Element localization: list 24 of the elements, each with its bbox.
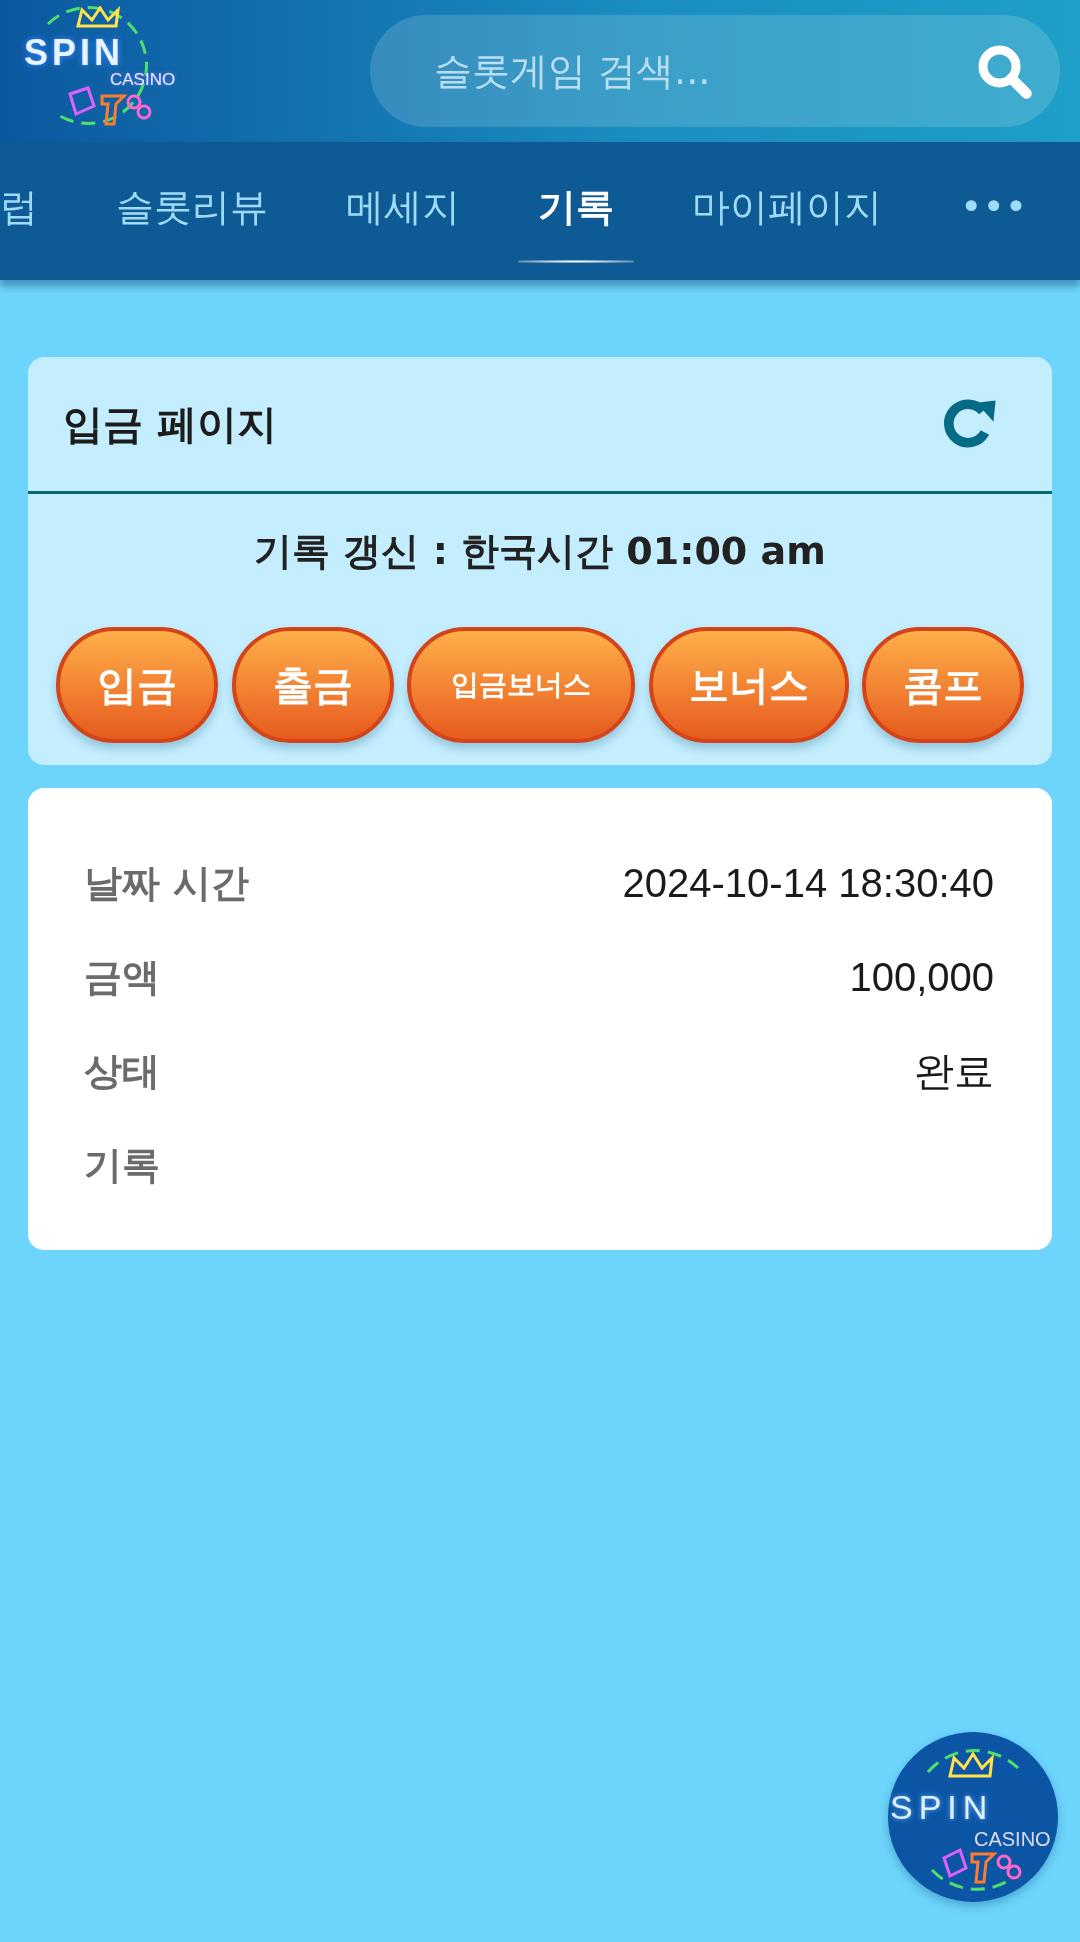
logo-subtitle: CASINO <box>110 70 176 90</box>
nav-tab[interactable]: 럽 <box>0 159 58 263</box>
panel-title: 입금 페이지 <box>63 399 277 449</box>
floating-logo-button[interactable]: SPIN CASINO <box>888 1732 1058 1902</box>
logo-title: SPIN <box>24 32 125 73</box>
nav-tab[interactable]: 메세지 <box>326 159 480 263</box>
record-type-button[interactable]: 입금보너스 <box>407 627 635 743</box>
update-notice: 기록 갱신 : 한국시간 01:00 am <box>253 528 827 575</box>
nav-tab[interactable]: ••• <box>940 163 1048 259</box>
record-type-button[interactable]: 보너스 <box>648 627 849 743</box>
field-value: 2024-10-14 18:30:40 <box>622 860 994 906</box>
field-label: 기록 <box>84 1141 160 1189</box>
field-label: 금액 <box>84 953 160 1001</box>
field-label: 상태 <box>84 1047 160 1095</box>
field-value: 완료 <box>914 1047 994 1095</box>
nav-tab[interactable]: 기록 <box>518 159 634 263</box>
field-value: 100,000 <box>849 954 994 1000</box>
nav-tab[interactable]: 슬롯리뷰 <box>96 159 288 263</box>
record-type-button[interactable]: 콤프 <box>862 627 1024 743</box>
field-label: 날짜 시간 <box>84 859 250 907</box>
record-type-button[interactable]: 출금 <box>231 627 394 743</box>
record-type-button[interactable]: 입금 <box>56 627 218 743</box>
logo[interactable]: SPIN CASINO <box>20 6 190 136</box>
nav-tab[interactable]: 마이페이지 <box>672 159 902 263</box>
